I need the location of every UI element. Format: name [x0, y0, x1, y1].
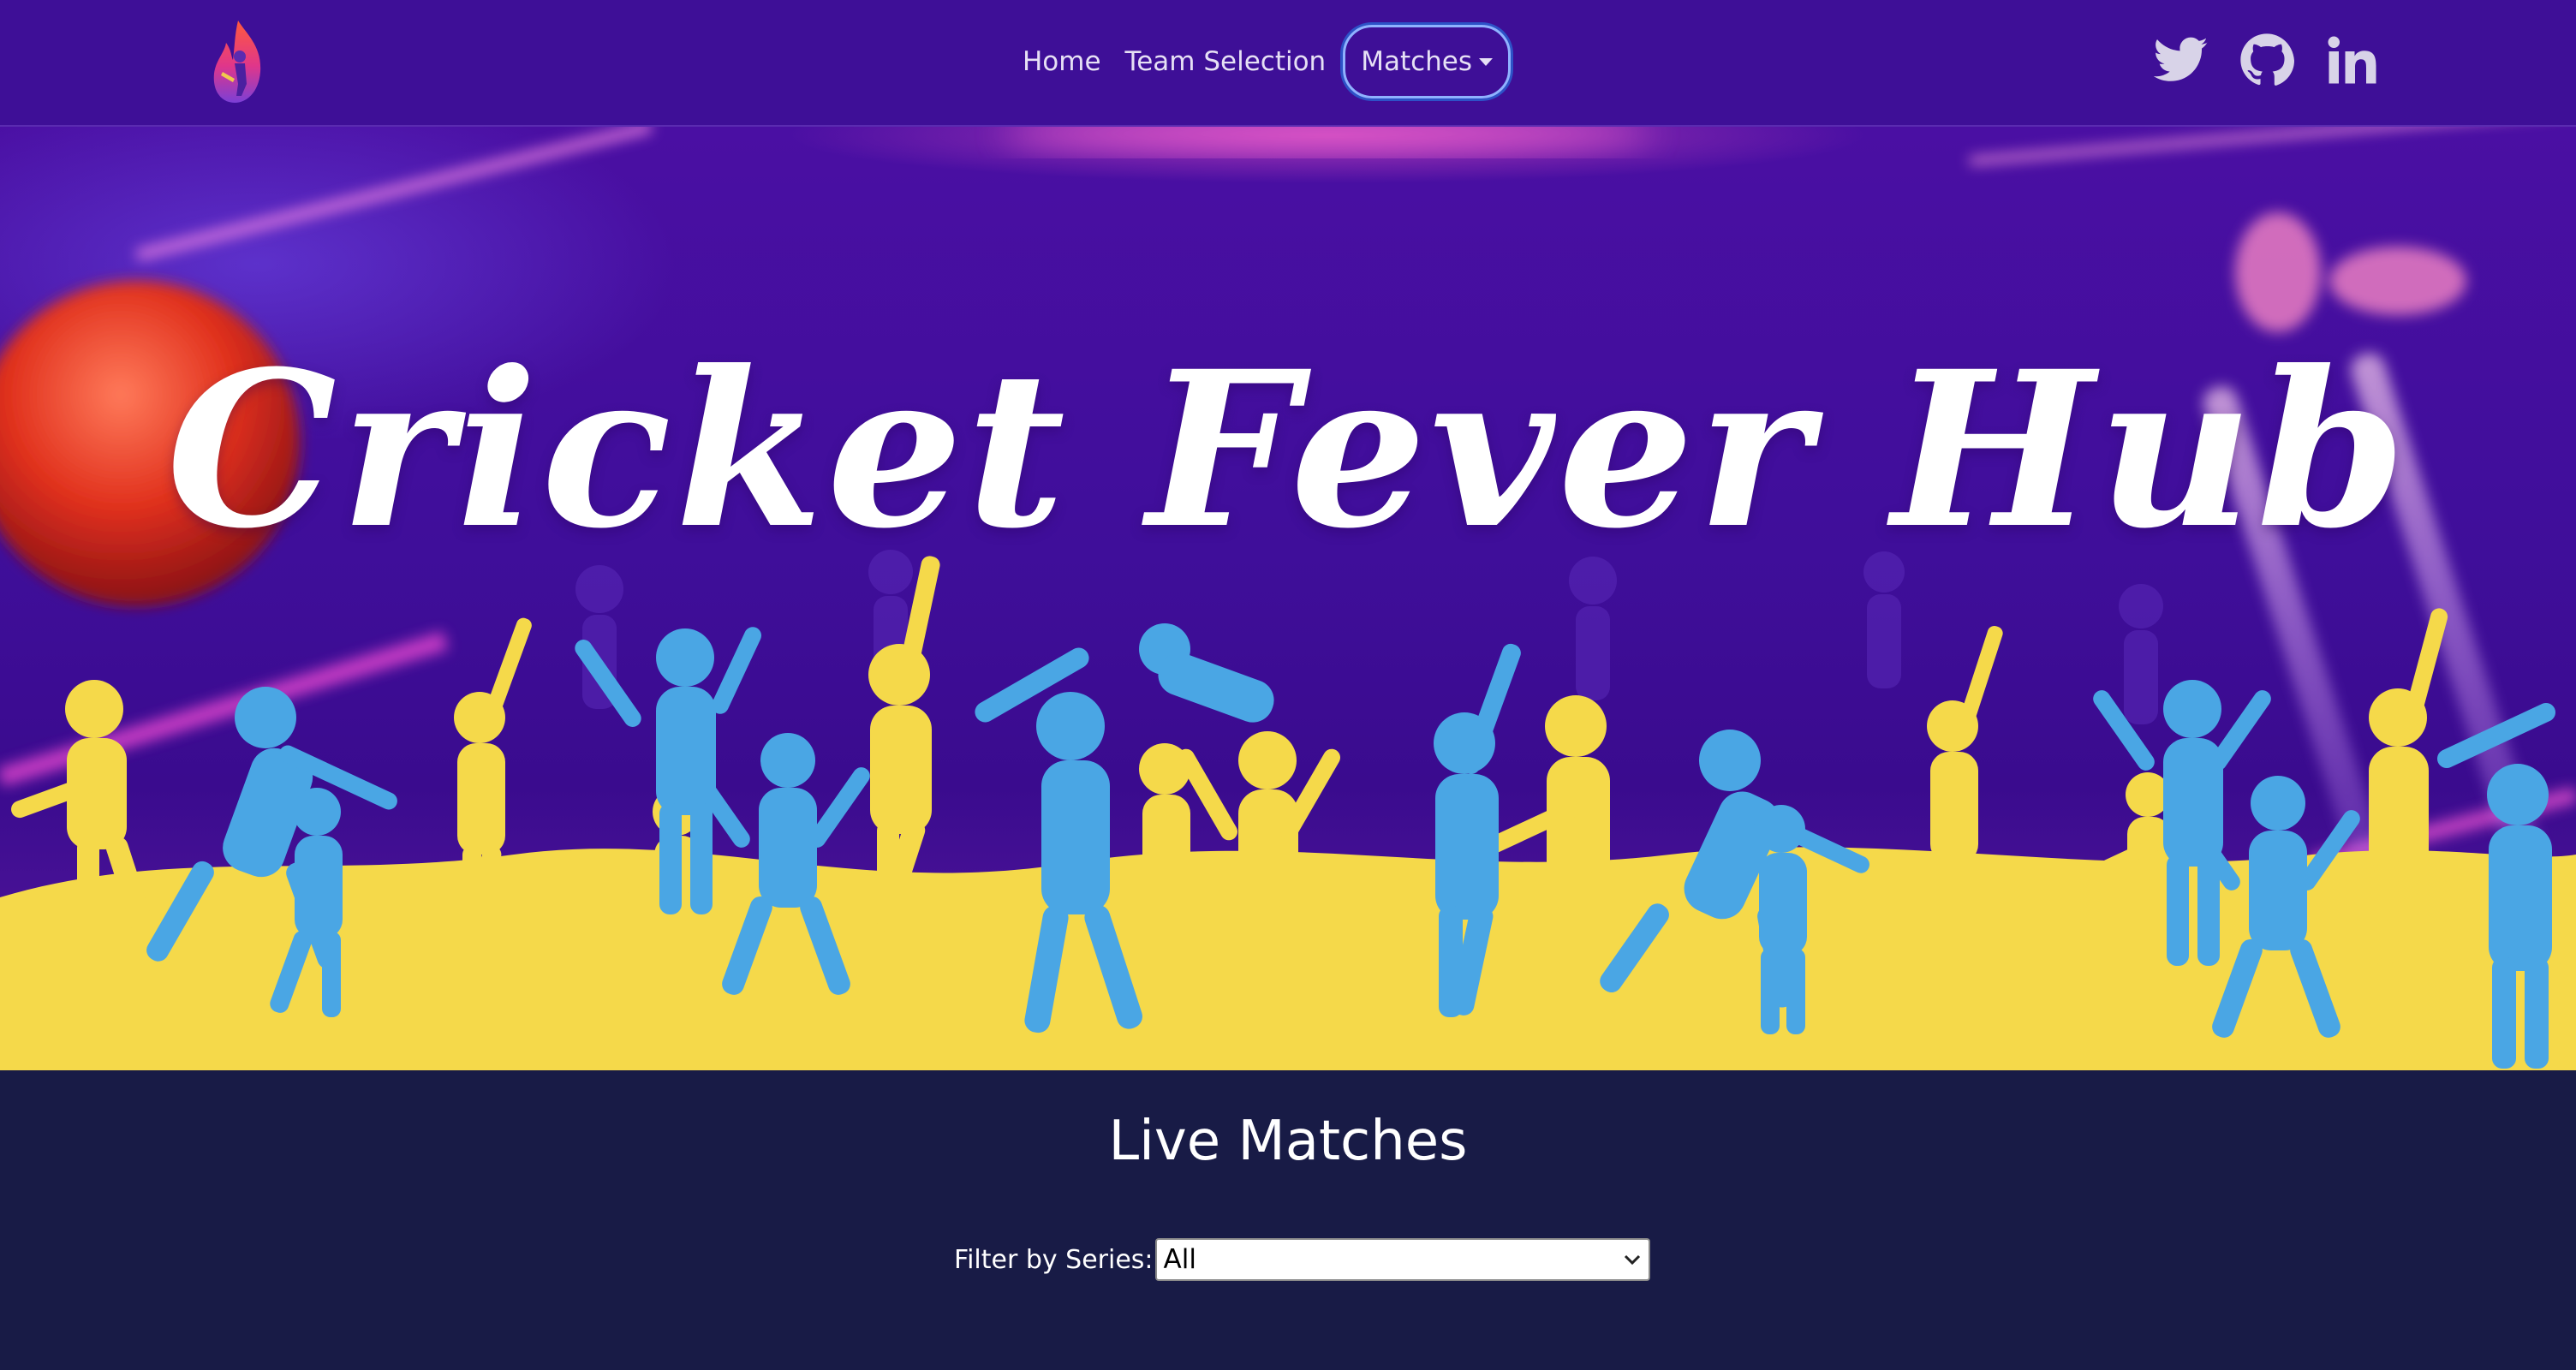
- cricket-flame-logo-icon: [213, 21, 261, 103]
- social-links: [2153, 29, 2381, 91]
- linkedin-icon: [2328, 36, 2376, 84]
- linkedin-link[interactable]: [2324, 29, 2381, 91]
- nav-home-link[interactable]: Home: [1011, 46, 1113, 77]
- matches-dropdown[interactable]: Matches: [1343, 25, 1512, 98]
- hero-title: Cricket Fever Hub: [166, 324, 2410, 575]
- caret-down-icon: [1479, 57, 1494, 66]
- filter-label: Filter by Series:: [954, 1244, 1154, 1275]
- navbar: Home Team Selection Matches: [0, 0, 2576, 127]
- chevron-down-icon: [1624, 1254, 1640, 1266]
- site-logo[interactable]: [209, 19, 265, 104]
- nav-team-selection-link[interactable]: Team Selection: [1113, 46, 1339, 77]
- matches-dropdown-label: Matches: [1361, 46, 1473, 77]
- github-link[interactable]: [2239, 29, 2295, 91]
- twitter-link[interactable]: [2153, 29, 2209, 91]
- twitter-icon: [2154, 37, 2208, 81]
- github-icon: [2240, 33, 2294, 86]
- hero-banner: Cricket Fever Hub: [0, 127, 2576, 1070]
- series-select[interactable]: All: [1154, 1238, 1650, 1281]
- series-filter: Filter by Series: All: [954, 1238, 1650, 1281]
- nav-links: Home Team Selection Matches: [1011, 21, 1512, 103]
- series-select-value: All: [1163, 1244, 1196, 1275]
- live-matches-heading: Live Matches: [1108, 1110, 1468, 1173]
- cricket-players-illustration: [0, 127, 2576, 1070]
